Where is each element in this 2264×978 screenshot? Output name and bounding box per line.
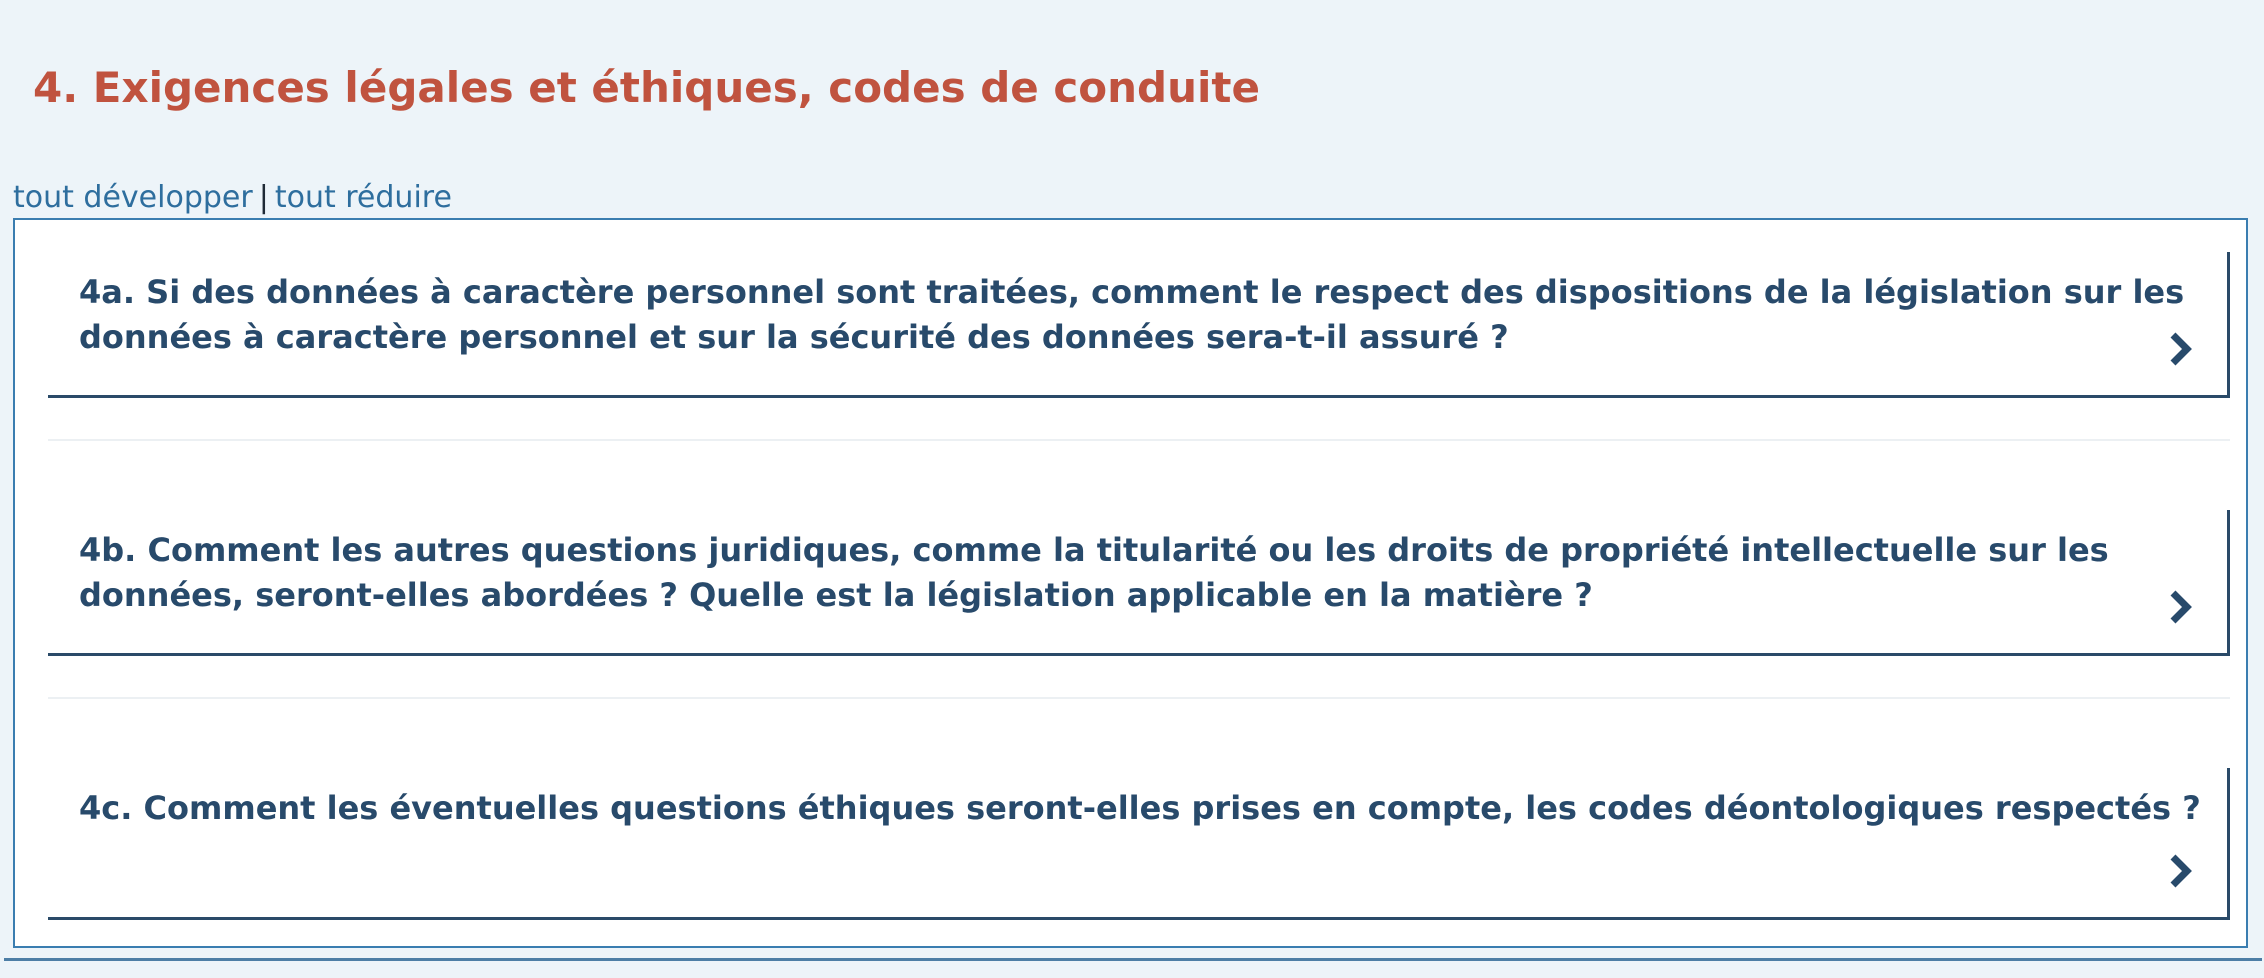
collapse-all-link[interactable]: tout réduire: [275, 180, 452, 215]
chevron-right-icon[interactable]: [2165, 587, 2195, 627]
chevron-right-icon[interactable]: [2165, 329, 2195, 369]
accordion-item-4c[interactable]: 4c. Comment les éventuelles questions ét…: [48, 768, 2230, 920]
question-4b-text: 4b. Comment les autres questions juridiq…: [79, 531, 2109, 614]
page-title: 4. Exigences légales et éthiques, codes …: [33, 63, 1260, 112]
question-4c-text: 4c. Comment les éventuelles questions ét…: [79, 789, 2201, 827]
expand-collapse-bar: tout développer | tout réduire: [13, 178, 452, 218]
bottom-divider: [4, 958, 2262, 961]
item-divider: [48, 439, 2230, 441]
expand-all-link[interactable]: tout développer: [13, 180, 253, 215]
accordion-item-4b[interactable]: 4b. Comment les autres questions juridiq…: [48, 510, 2230, 656]
link-separator: |: [258, 180, 269, 215]
item-divider: [48, 697, 2230, 699]
accordion-item-4a[interactable]: 4a. Si des données à caractère personnel…: [48, 252, 2230, 398]
questions-panel: 4a. Si des données à caractère personnel…: [13, 218, 2248, 948]
chevron-right-icon[interactable]: [2165, 851, 2195, 891]
question-4a-text: 4a. Si des données à caractère personnel…: [79, 273, 2185, 356]
